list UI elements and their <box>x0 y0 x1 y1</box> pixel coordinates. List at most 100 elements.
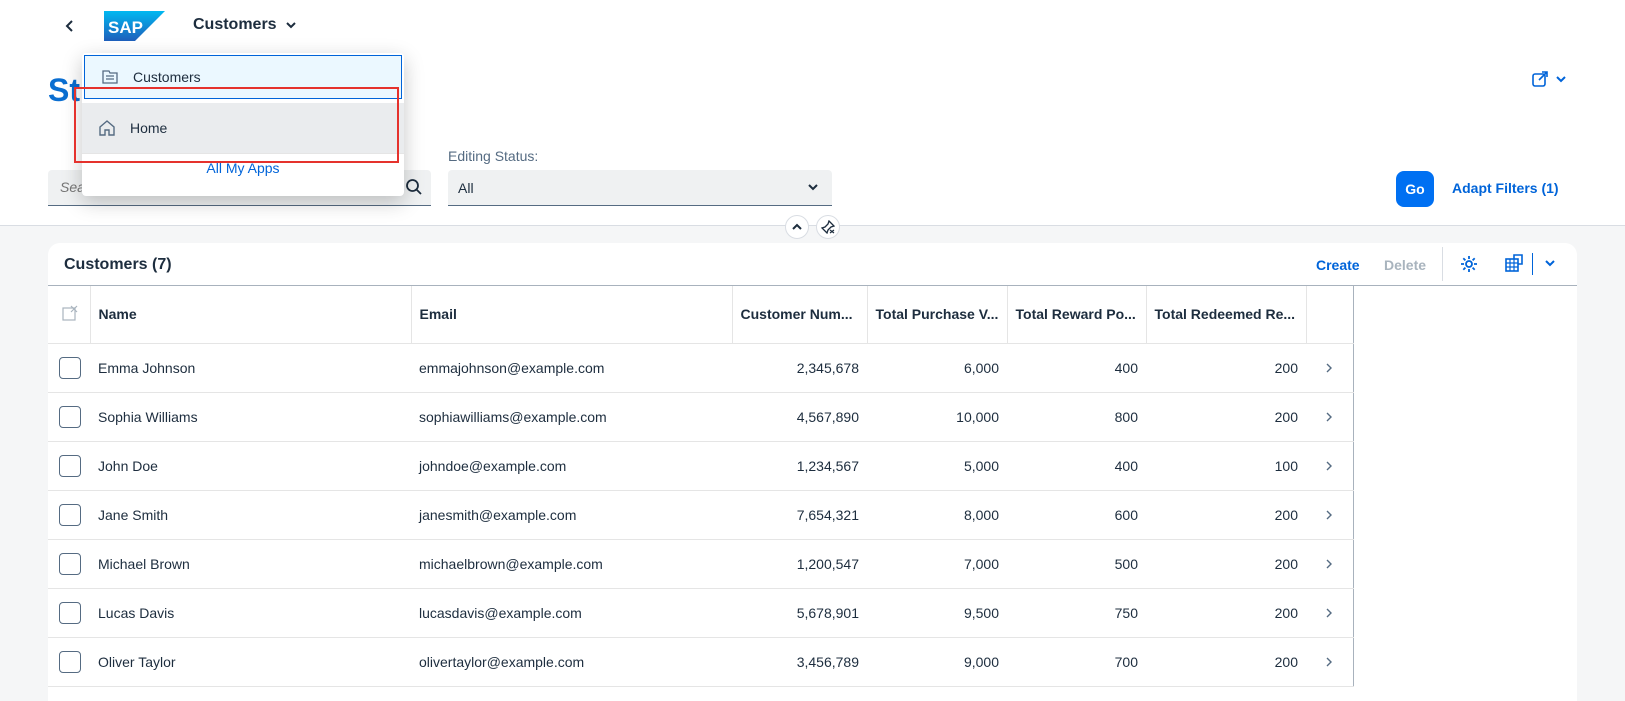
all-my-apps-link[interactable]: All My Apps <box>82 160 404 186</box>
column-header-total-purchase[interactable]: Total Purchase V... <box>867 286 1008 344</box>
row-navigation-cell[interactable] <box>1306 490 1354 540</box>
cell-email: lucasdavis@example.com <box>411 588 732 638</box>
cell-customer-number: 3,456,789 <box>732 637 867 687</box>
chevron-down-icon <box>285 22 296 29</box>
column-header-email[interactable]: Email <box>411 286 733 344</box>
row-checkbox[interactable] <box>59 601 81 624</box>
chevron-right-icon <box>1326 461 1333 470</box>
cell-reward-points: 500 <box>1007 539 1146 589</box>
table-row[interactable]: Lucas Davis lucasdavis@example.com 5,678,9… <box>48 588 1354 638</box>
cell-redeemed: 200 <box>1146 392 1306 442</box>
row-navigation-cell[interactable] <box>1306 637 1354 687</box>
row-navigation-cell[interactable] <box>1306 441 1354 491</box>
row-checkbox[interactable] <box>59 650 81 673</box>
cell-reward-points: 800 <box>1007 392 1146 442</box>
cell-redeemed: 200 <box>1146 637 1306 687</box>
clear-selection-icon[interactable] <box>62 305 78 321</box>
export-icon[interactable] <box>1504 254 1524 274</box>
cell-name: Jane Smith <box>90 490 411 540</box>
cell-reward-points: 400 <box>1007 343 1146 393</box>
go-button[interactable]: Go <box>1396 171 1434 207</box>
row-select-cell <box>48 392 90 442</box>
chevron-left-icon <box>65 20 73 32</box>
table-header-row: Name Email Customer Num... Total Purchas… <box>48 286 1354 344</box>
pin-icon <box>821 220 835 234</box>
row-select-cell <box>48 441 90 491</box>
share-button[interactable] <box>1531 70 1567 88</box>
cell-name: Sophia Williams <box>90 392 411 442</box>
chevron-down-icon <box>1556 76 1566 83</box>
popover-item-home[interactable]: Home <box>82 103 404 153</box>
svg-text:SAP: SAP <box>108 18 143 37</box>
cell-total-purchase: 10,000 <box>867 392 1007 442</box>
cell-total-purchase: 6,000 <box>867 343 1007 393</box>
editing-status-value: All <box>458 179 474 196</box>
sap-logo[interactable]: SAP <box>104 11 165 41</box>
editing-status-select[interactable]: All <box>448 170 832 206</box>
row-select-cell <box>48 637 90 687</box>
cell-total-purchase: 9,500 <box>867 588 1007 638</box>
table-row[interactable]: Sophia Williams sophiawilliams@example.co… <box>48 392 1354 442</box>
table-row[interactable]: Oliver Taylor olivertaylor@example.com 3,4… <box>48 637 1354 687</box>
collapse-header-button[interactable] <box>785 215 809 239</box>
cell-email: sophiawilliams@example.com <box>411 392 732 442</box>
row-navigation-cell[interactable] <box>1306 588 1354 638</box>
cell-email: janesmith@example.com <box>411 490 732 540</box>
popover-item-label: Customers <box>133 69 201 85</box>
popover-item-label: Home <box>130 120 168 136</box>
select-all-header[interactable] <box>48 286 91 344</box>
back-button[interactable] <box>58 14 82 38</box>
row-select-cell <box>48 343 90 393</box>
app-title-menu[interactable]: Customers <box>193 16 297 34</box>
share-icon <box>1532 71 1548 87</box>
table-title: Customers (7) <box>64 256 172 273</box>
cell-customer-number: 4,567,890 <box>732 392 867 442</box>
chevron-down-icon <box>808 184 818 191</box>
customers-table: Name Email Customer Num... Total Purchas… <box>48 286 1354 687</box>
search-icon[interactable] <box>405 178 423 196</box>
row-navigation-cell[interactable] <box>1306 343 1354 393</box>
create-button[interactable]: Create <box>1316 257 1360 273</box>
cell-reward-points: 700 <box>1007 637 1146 687</box>
column-header-customer-number[interactable]: Customer Num... <box>732 286 868 344</box>
pin-header-button[interactable] <box>816 215 840 239</box>
cell-total-purchase: 5,000 <box>867 441 1007 491</box>
adapt-filters-button[interactable]: Adapt Filters (1) <box>1452 180 1559 196</box>
table-row[interactable]: Michael Brown michaelbrown@example.com 1,2… <box>48 539 1354 589</box>
table-row[interactable]: John Doe johndoe@example.com 1,234,567 5,00… <box>48 441 1354 491</box>
column-header-name[interactable]: Name <box>90 286 412 344</box>
app-switcher-popover: Customers Home All My Apps <box>82 53 404 196</box>
cell-customer-number: 1,200,547 <box>732 539 867 589</box>
cell-customer-number: 7,654,321 <box>732 490 867 540</box>
chevron-right-icon <box>1326 412 1333 421</box>
shell-bar: SAP Customers <box>0 0 1625 54</box>
chevron-right-icon <box>1326 657 1333 666</box>
cell-redeemed: 200 <box>1146 539 1306 589</box>
row-checkbox[interactable] <box>59 356 81 379</box>
row-select-cell <box>48 588 90 638</box>
home-icon <box>99 120 115 136</box>
column-header-nav <box>1306 286 1354 344</box>
row-checkbox[interactable] <box>59 503 81 526</box>
row-checkbox[interactable] <box>59 454 81 477</box>
column-header-reward-points[interactable]: Total Reward Po... <box>1007 286 1147 344</box>
row-navigation-cell[interactable] <box>1306 392 1354 442</box>
column-header-redeemed[interactable]: Total Redeemed Re... <box>1146 286 1307 344</box>
row-checkbox[interactable] <box>59 405 81 428</box>
row-checkbox[interactable] <box>59 552 81 575</box>
row-select-cell <box>48 539 90 589</box>
cell-customer-number: 5,678,901 <box>732 588 867 638</box>
settings-icon[interactable] <box>1459 254 1479 274</box>
table-row[interactable]: Jane Smith janesmith@example.com 7,654,321… <box>48 490 1354 540</box>
cell-total-purchase: 9,000 <box>867 637 1007 687</box>
cell-email: michaelbrown@example.com <box>411 539 732 589</box>
cell-reward-points: 750 <box>1007 588 1146 638</box>
delete-button[interactable]: Delete <box>1384 257 1426 273</box>
cell-email: emmajohnson@example.com <box>411 343 732 393</box>
cell-name: Emma Johnson <box>90 343 411 393</box>
popover-item-customers[interactable]: Customers <box>84 55 402 99</box>
table-row[interactable]: Emma Johnson emmajohnson@example.com 2,345… <box>48 343 1354 393</box>
row-navigation-cell[interactable] <box>1306 539 1354 589</box>
chevron-down-icon[interactable] <box>1543 256 1557 270</box>
toolbar-separator <box>1442 247 1443 281</box>
